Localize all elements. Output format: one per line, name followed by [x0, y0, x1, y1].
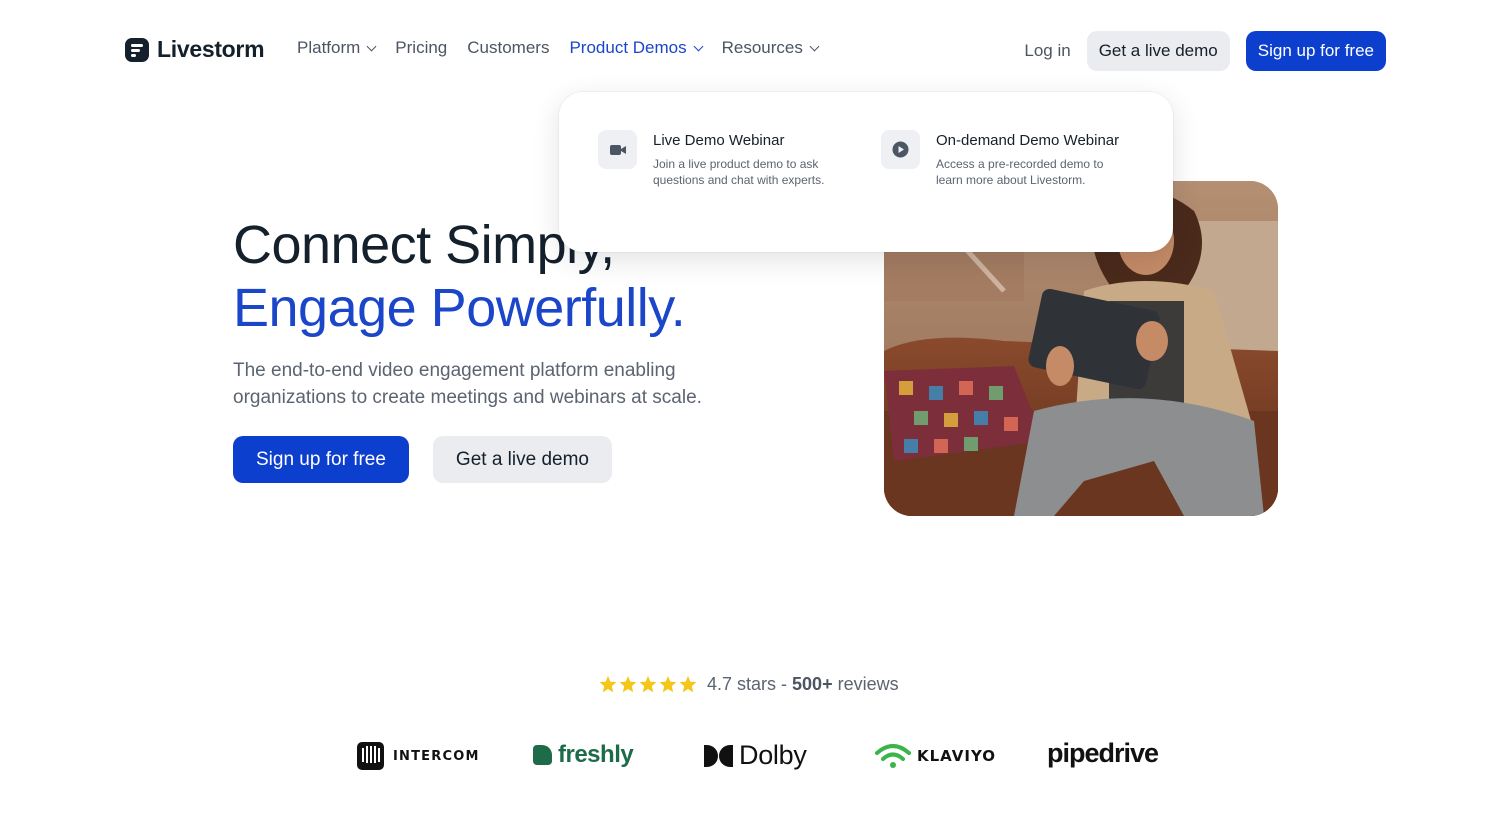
menu-item-resources[interactable]: Resources	[721, 38, 820, 58]
menu-item-label: Resources	[721, 38, 803, 57]
main-menu: Platform Pricing Customers Product Demos…	[297, 38, 838, 58]
pipedrive-wordmark: pipedrive	[1047, 738, 1159, 768]
livestorm-logo[interactable]: Livestorm	[125, 36, 265, 63]
star-icon	[619, 676, 637, 693]
menu-item-pricing[interactable]: Pricing	[395, 38, 447, 58]
dolby-wordmark: Dolby	[739, 740, 807, 770]
hero-headline-line1: Connect Simply,	[233, 215, 615, 275]
rating-stars-text: 4.7 stars -	[707, 674, 793, 694]
wifi-signal-icon	[875, 744, 911, 768]
menu-item-label: Platform	[297, 38, 361, 57]
hero-subtitle: The end-to-end video engagement platform…	[233, 360, 702, 408]
dropdown-item-on-demand[interactable]: On-demand Demo Webinar Access a pre-reco…	[881, 130, 1131, 188]
hero-signup-button[interactable]: Sign up for free	[233, 436, 409, 483]
chevron-down-icon	[366, 41, 377, 51]
menu-item-label: Customers	[467, 38, 550, 57]
pipedrive-logo: pipedrive	[1047, 738, 1159, 769]
reviews-label: reviews	[832, 674, 899, 694]
video-camera-icon	[598, 130, 637, 169]
nav-actions: Log in Get a live demo Sign up for free	[1024, 31, 1386, 71]
dolby-logo: Dolby	[704, 740, 807, 771]
menu-item-customers[interactable]: Customers	[467, 38, 549, 58]
dropdown-item-live-demo[interactable]: Live Demo Webinar Join a live product de…	[598, 130, 848, 188]
klaviyo-wordmark: KLAVIYO	[917, 747, 997, 765]
star-icon	[659, 676, 677, 693]
product-demos-dropdown: Live Demo Webinar Join a live product de…	[559, 92, 1173, 252]
star-rating	[599, 676, 697, 693]
login-link[interactable]: Log in	[1024, 41, 1070, 61]
menu-item-platform[interactable]: Platform	[297, 38, 377, 58]
intercom-logo: INTERCOM	[357, 742, 480, 770]
intercom-logo-icon	[357, 742, 384, 770]
klaviyo-logo: KLAVIYO	[875, 743, 996, 769]
dropdown-item-title: Live Demo Webinar	[653, 132, 785, 149]
hero-actions: Sign up for free Get a live demo	[233, 436, 612, 483]
chevron-down-icon	[809, 41, 820, 51]
freshly-logo-icon	[533, 745, 552, 765]
chevron-down-icon	[693, 41, 704, 51]
livestorm-logo-icon	[125, 37, 149, 62]
freshly-logo: freshly	[533, 741, 634, 769]
customer-logos: INTERCOM freshly Dolby KLAVIYO pipedrive	[0, 738, 1512, 778]
dropdown-item-title: On-demand Demo Webinar	[936, 132, 1120, 149]
rating-text: 4.7 stars - 500+ reviews	[707, 674, 899, 695]
reviews-count: 500+	[792, 674, 833, 694]
rating-summary: 4.7 stars - 500+ reviews	[599, 674, 899, 695]
menu-item-label: Pricing	[395, 38, 448, 57]
top-navigation: Livestorm Platform Pricing Customers Pro…	[0, 0, 1512, 100]
menu-item-product-demos[interactable]: Product Demos	[569, 38, 704, 58]
hero-get-demo-button[interactable]: Get a live demo	[432, 436, 612, 483]
freshly-wordmark: freshly	[558, 741, 634, 768]
dolby-logo-icon	[704, 744, 733, 767]
logo-text: Livestorm	[157, 36, 265, 62]
intercom-wordmark: INTERCOM	[393, 748, 480, 764]
nav-signup-button[interactable]: Sign up for free	[1245, 31, 1386, 71]
star-icon	[679, 676, 697, 693]
menu-item-label: Product Demos	[569, 38, 687, 57]
dropdown-item-description: Access a pre-recorded demo to learn more…	[936, 157, 1104, 187]
nav-get-demo-button[interactable]: Get a live demo	[1086, 31, 1230, 71]
star-icon	[599, 676, 617, 693]
play-circle-icon	[881, 130, 920, 169]
hero-headline-line2: Engage Powerfully.	[233, 278, 686, 338]
dropdown-item-description: Join a live product demo to ask question…	[653, 157, 825, 187]
star-icon	[639, 676, 657, 693]
